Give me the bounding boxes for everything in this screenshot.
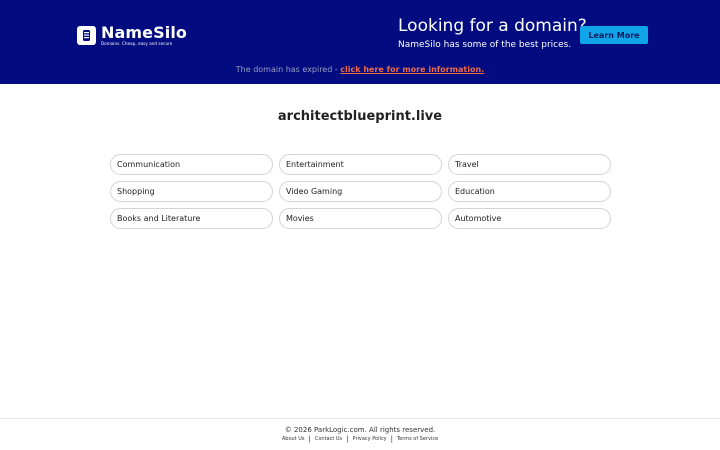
page: NameSilo Domains. Cheap, easy and secure… <box>0 0 720 450</box>
category-link-books-and-literature[interactable]: Books and Literature <box>110 208 273 229</box>
category-grid: Communication Entertainment Travel Shopp… <box>110 154 611 229</box>
domain-name-title: architectblueprint.live <box>277 109 443 124</box>
footer-separator: | <box>346 435 349 443</box>
expired-notice: The domain has expired - click here for … <box>0 64 720 76</box>
logo-icon <box>77 26 96 45</box>
logo-text: NameSilo Domains. Cheap, easy and secure <box>101 24 187 47</box>
footer-separator: | <box>308 435 311 443</box>
footer-link-terms-of-service[interactable]: Terms of Service <box>397 435 438 443</box>
footer-divider <box>0 418 720 419</box>
namesilo-logo[interactable]: NameSilo Domains. Cheap, easy and secure <box>77 24 187 47</box>
footer-separator: | <box>390 435 393 443</box>
footer-links: About Us | Contact Us | Privacy Policy |… <box>0 435 720 443</box>
promo-block: Looking for a domain? NameSilo has some … <box>398 16 587 52</box>
more-info-link[interactable]: click here for more information. <box>340 65 484 74</box>
category-link-movies[interactable]: Movies <box>279 208 442 229</box>
footer-link-privacy-policy[interactable]: Privacy Policy <box>353 435 387 443</box>
promo-title: Looking for a domain? <box>398 16 587 36</box>
copyright-text: © 2026 ParkLogic.com. All rights reserve… <box>284 426 436 434</box>
promo-subtitle: NameSilo has some of the best prices. <box>398 40 572 50</box>
category-link-entertainment[interactable]: Entertainment <box>279 154 442 175</box>
category-link-shopping[interactable]: Shopping <box>110 181 273 202</box>
category-link-automotive[interactable]: Automotive <box>448 208 611 229</box>
logo-tagline: Domains. Cheap, easy and secure <box>101 41 173 46</box>
footer-link-contact-us[interactable]: Contact Us <box>315 435 342 443</box>
footer-link-about-us[interactable]: About Us <box>282 435 305 443</box>
logo-name: NameSilo <box>101 23 187 42</box>
category-link-education[interactable]: Education <box>448 181 611 202</box>
header-banner: NameSilo Domains. Cheap, easy and secure… <box>0 0 720 84</box>
learn-more-button[interactable]: Learn More <box>580 26 648 44</box>
category-link-video-gaming[interactable]: Video Gaming <box>279 181 442 202</box>
category-link-communication[interactable]: Communication <box>110 154 273 175</box>
category-link-travel[interactable]: Travel <box>448 154 611 175</box>
expired-notice-text: The domain has expired - <box>235 65 341 74</box>
